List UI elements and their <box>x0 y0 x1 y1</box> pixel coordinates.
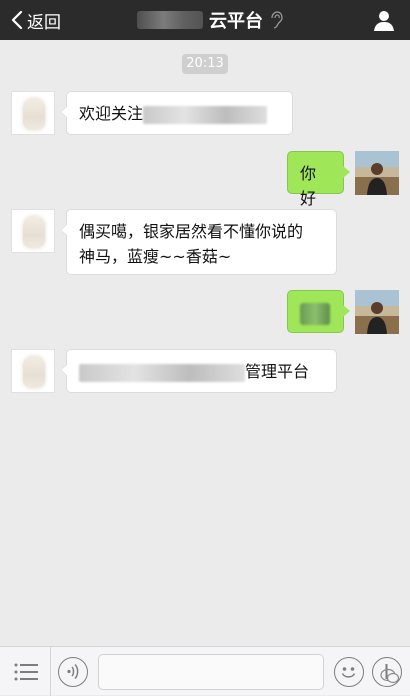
voice-button[interactable] <box>58 657 88 687</box>
chat-title: 云平台 <box>110 0 310 40</box>
user-avatar[interactable] <box>355 290 399 334</box>
back-label: 返回 <box>27 12 61 33</box>
message-bubble-sent[interactable]: 你好 <box>287 151 350 208</box>
input-toolbar <box>0 646 410 696</box>
toolbar-divider <box>50 647 51 696</box>
bot-logo <box>23 356 45 388</box>
bot-avatar[interactable] <box>11 209 55 253</box>
profile-button[interactable] <box>372 8 396 32</box>
bot-avatar[interactable] <box>11 349 55 393</box>
bot-avatar[interactable] <box>11 91 55 135</box>
message-line: 偶买噶，银家居然看不懂你说的 <box>79 222 304 241</box>
message-bubble-received[interactable]: 欢迎关注 <box>60 91 293 135</box>
voice-icon <box>67 663 79 680</box>
watermark <box>380 668 400 684</box>
message-bubble-received[interactable]: 偶买噶，银家居然看不懂你说的 神马，蓝瘦~~香菇~ <box>60 209 337 275</box>
bot-logo <box>23 98 45 130</box>
person-icon <box>374 11 394 31</box>
message-bubble-received[interactable]: 管理平台 <box>60 349 337 393</box>
user-photo <box>355 151 399 195</box>
message-text: 欢迎关注 <box>79 104 144 123</box>
redacted-text <box>300 302 330 325</box>
emoji-button[interactable] <box>334 657 364 687</box>
back-button[interactable]: 返回 <box>10 7 61 33</box>
emoji-icon <box>341 667 356 678</box>
menu-icon <box>14 663 38 681</box>
top-bar: 返回 云平台 <box>0 0 410 40</box>
message-line: 神马，蓝瘦~~香菇~ <box>79 247 232 266</box>
wechat-logo-icon <box>380 668 400 684</box>
message-bubble-sent[interactable] <box>287 290 350 333</box>
title-blurred-part <box>137 11 203 29</box>
chevron-left-icon <box>11 10 23 30</box>
ear-icon <box>271 11 283 29</box>
bot-logo <box>23 216 45 248</box>
chat-title-text: 云平台 <box>209 11 263 32</box>
message-text: 你好 <box>300 164 317 208</box>
user-avatar[interactable] <box>355 151 399 195</box>
redacted-text <box>79 363 245 382</box>
menu-button[interactable] <box>14 663 38 681</box>
time-badge: 20:13 <box>182 54 228 74</box>
message-input[interactable] <box>98 654 324 690</box>
user-photo <box>355 290 399 334</box>
redacted-text <box>143 105 268 124</box>
message-text: 管理平台 <box>245 362 310 381</box>
